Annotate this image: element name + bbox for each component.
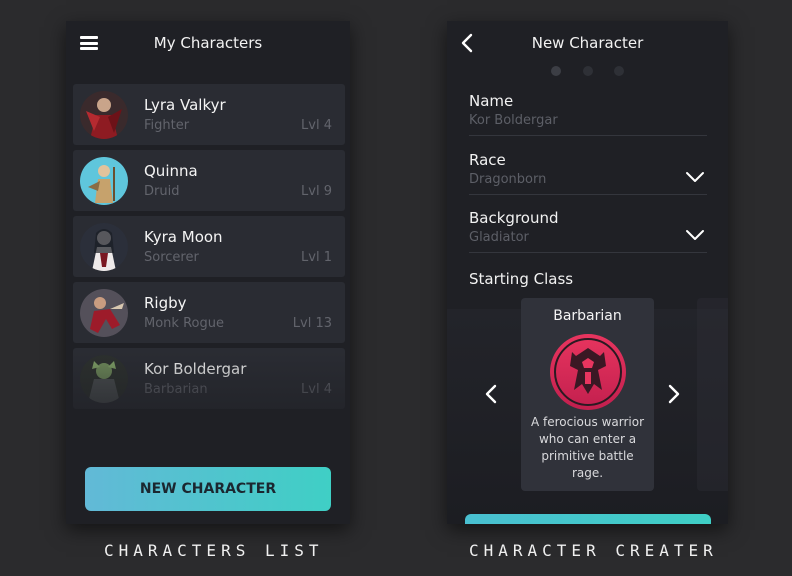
page-title: New Character xyxy=(531,34,644,52)
chevron-down-icon[interactable] xyxy=(685,171,705,183)
character-class: Druid xyxy=(144,184,180,199)
top-bar: My Characters xyxy=(66,21,350,65)
character-row-kor-boldergar[interactable]: Kor Boldergar Barbarian Lvl 4 xyxy=(73,348,345,409)
avatar xyxy=(80,289,128,337)
character-row-quinna[interactable]: Quinna Druid Lvl 9 xyxy=(73,150,345,211)
character-creator-screen: New Character Name Kor Boldergar Race Dr… xyxy=(447,21,728,524)
background-label: Background xyxy=(469,209,559,227)
barbarian-emblem-icon xyxy=(550,334,626,410)
background-select[interactable]: Background Gladiator xyxy=(469,209,707,253)
character-name: Lyra Valkyr xyxy=(144,96,226,114)
character-level: Lvl 1 xyxy=(301,250,332,265)
carousel-next-icon[interactable] xyxy=(667,383,681,405)
character-row-lyra-valkyr[interactable]: Lyra Valkyr Fighter Lvl 4 xyxy=(73,84,345,145)
character-class: Monk Rogue xyxy=(144,316,224,331)
character-name: Rigby xyxy=(144,294,187,312)
step-dot-active xyxy=(551,66,562,76)
continue-button[interactable] xyxy=(465,514,711,524)
character-row-rigby[interactable]: Rigby Monk Rogue Lvl 13 xyxy=(73,282,345,343)
step-dot xyxy=(582,66,593,76)
step-indicator xyxy=(447,61,728,80)
character-name: Kor Boldergar xyxy=(144,360,247,378)
race-value: Dragonborn xyxy=(469,172,547,187)
class-card-barbarian[interactable]: Barbarian A ferocious warrior who can en… xyxy=(521,298,654,491)
avatar xyxy=(80,355,128,403)
race-label: Race xyxy=(469,151,506,169)
character-level: Lvl 9 xyxy=(301,184,332,199)
starting-class-label: Starting Class xyxy=(469,270,574,288)
avatar xyxy=(80,157,128,205)
new-character-button[interactable]: NEW CHARACTER xyxy=(85,467,331,511)
step-dot xyxy=(613,66,624,76)
character-class: Fighter xyxy=(144,118,190,133)
chevron-down-icon[interactable] xyxy=(685,229,705,241)
name-label: Name xyxy=(469,92,514,110)
page-title: My Characters xyxy=(153,34,263,52)
class-card-next-peek[interactable] xyxy=(697,298,728,491)
carousel-prev-icon[interactable] xyxy=(484,383,498,405)
caption-character-creater: CHARACTER CREATER xyxy=(469,541,718,560)
character-level: Lvl 4 xyxy=(301,382,332,397)
top-bar: New Character xyxy=(447,21,728,65)
caption-characters-list: CHARACTERS LIST xyxy=(104,541,324,560)
character-row-kyra-moon[interactable]: Kyra Moon Sorcerer Lvl 1 xyxy=(73,216,345,277)
race-select[interactable]: Race Dragonborn xyxy=(469,151,707,195)
character-name: Kyra Moon xyxy=(144,228,223,246)
character-class: Barbarian xyxy=(144,382,208,397)
character-class: Sorcerer xyxy=(144,250,199,265)
character-level: Lvl 13 xyxy=(292,316,332,331)
avatar xyxy=(80,223,128,271)
character-level: Lvl 4 xyxy=(301,118,332,133)
name-value[interactable]: Kor Boldergar xyxy=(469,113,558,128)
characters-list-screen: My Characters Lyra Valkyr Fighter Lvl 4 xyxy=(66,21,350,524)
class-card-description: A ferocious warrior who can enter a prim… xyxy=(530,415,645,480)
character-list: Lyra Valkyr Fighter Lvl 4 Quinna Druid L… xyxy=(73,84,345,414)
name-field[interactable]: Name Kor Boldergar xyxy=(469,92,707,136)
character-name: Quinna xyxy=(144,162,198,180)
background-value: Gladiator xyxy=(469,230,529,245)
class-card-title: Barbarian xyxy=(553,308,622,324)
avatar xyxy=(80,91,128,139)
